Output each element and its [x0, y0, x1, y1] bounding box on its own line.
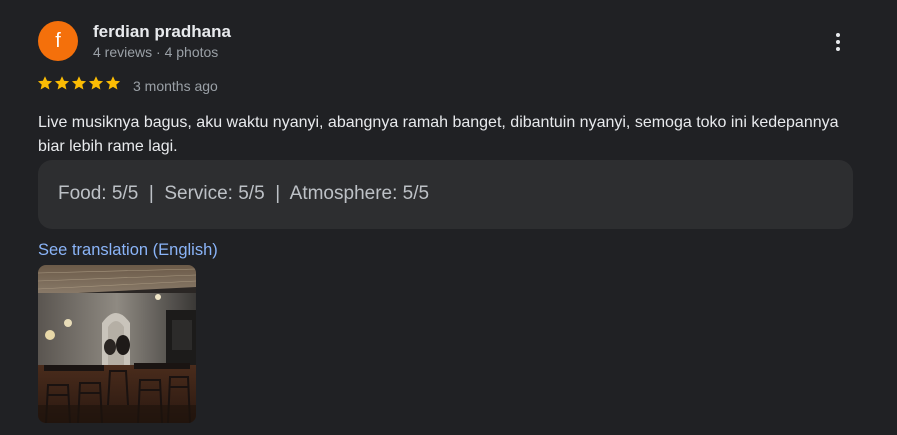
star-icon — [54, 76, 70, 90]
reviewer-meta: 4 reviews · 4 photos — [93, 44, 219, 60]
more-vert-icon — [836, 33, 840, 37]
star-rating — [37, 75, 121, 91]
avatar-letter: f — [55, 29, 61, 52]
star-icon — [71, 76, 87, 90]
reviewer-name[interactable]: ferdian pradhana — [93, 22, 231, 42]
ratings-summary: Food: 5/5 | Service: 5/5 | Atmosphere: 5… — [58, 183, 430, 204]
review-date: 3 months ago — [133, 78, 218, 94]
more-vert-icon-dot — [836, 47, 840, 51]
ratings-summary-box: Food: 5/5 | Service: 5/5 | Atmosphere: 5… — [38, 160, 853, 229]
more-options-button[interactable] — [824, 28, 852, 56]
star-icon — [37, 76, 53, 90]
review-photo[interactable] — [38, 265, 196, 423]
restaurant-photo-image — [38, 265, 196, 423]
review-text: Live musiknya bagus, aku waktu nyanyi, a… — [38, 114, 839, 155]
star-icon — [105, 76, 121, 90]
more-vert-icon-dot — [836, 40, 840, 44]
see-translation-link[interactable]: See translation (English) — [38, 241, 218, 260]
star-icon — [88, 76, 104, 90]
avatar[interactable]: f — [38, 21, 78, 61]
